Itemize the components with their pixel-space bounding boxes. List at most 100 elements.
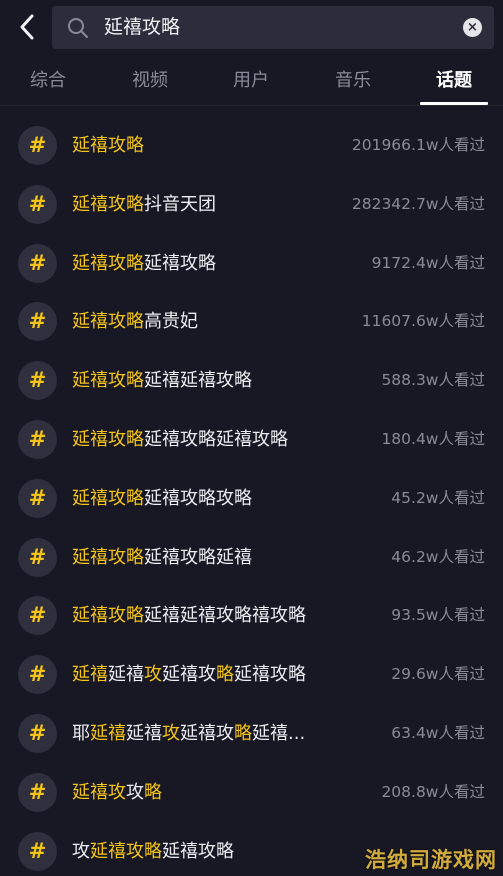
hashtag-icon: # <box>18 126 57 165</box>
topic-row[interactable]: # 延禧攻攻略 208.8w人看过 <box>0 763 503 822</box>
hashtag-icon: # <box>18 831 57 871</box>
topic-title-text: 延禧攻略 <box>162 840 234 862</box>
view-count: 282342.7w人看过 <box>351 194 485 213</box>
topic-row[interactable]: # 延禧攻略 201966.1w人看过 <box>0 116 503 175</box>
topic-title-text: 耶 <box>72 722 90 744</box>
topic-row[interactable]: # 延禧攻略抖音天团 282342.7w人看过 <box>0 175 503 234</box>
view-count: 46.2w人看过 <box>391 547 485 566</box>
highlighted-keyword: 延禧攻 <box>72 781 126 803</box>
topic-row[interactable]: # 延禧攻略延禧攻略延禧 46.2w人看过 <box>0 528 503 587</box>
highlighted-keyword: 略 <box>234 722 252 744</box>
topic-title: 延禧攻略延禧攻略 <box>72 234 216 293</box>
highlighted-keyword: 延禧 <box>72 664 108 686</box>
view-count: 63.4w人看过 <box>391 723 485 742</box>
watermark: 浩纳司游戏网 <box>365 848 497 872</box>
tab-bar: 综合 视频 用户 音乐 话题 <box>0 56 503 106</box>
hashtag-icon: # <box>18 419 57 459</box>
view-count: 9172.4w人看过 <box>371 253 485 272</box>
topic-title-text: 延禧 <box>108 664 144 686</box>
view-count: 93.5w人看过 <box>391 606 485 625</box>
topic-list: # 延禧攻略 201966.1w人看过 # 延禧攻略抖音天团 282342.7w人看过 # 延… <box>0 116 503 876</box>
view-count: 201966.1w人看过 <box>351 136 485 154</box>
topic-title-text: 延禧攻略 <box>144 252 216 274</box>
highlighted-keyword: 延禧攻略 <box>72 605 144 627</box>
topic-title-text: 延禧延禧攻略禧攻略 <box>144 605 306 627</box>
hashtag-icon: # <box>18 478 57 518</box>
topic-title-text: 高贵妃 <box>144 311 198 333</box>
topic-row[interactable]: # 延禧攻略延禧攻略攻略 45.2w人看过 <box>0 469 503 528</box>
topic-title: 延禧攻略延禧攻略延禧 <box>72 528 252 587</box>
topic-title: 延禧攻略高贵妃 <box>72 292 198 351</box>
topic-title: 延禧攻略延禧延禧攻略 <box>72 351 252 410</box>
topic-title-text: 延禧延禧攻略 <box>144 370 252 392</box>
search-bar[interactable]: 延禧攻略 × <box>52 6 494 49</box>
highlighted-keyword: 延禧攻略 <box>72 487 144 509</box>
view-count: 11607.6w人看过 <box>361 312 485 331</box>
topic-title-text: 延禧 <box>126 722 162 744</box>
highlighted-keyword: 攻 <box>144 664 162 686</box>
hashtag-icon: # <box>18 302 57 342</box>
topic-title-text: 延禧攻 <box>180 722 234 744</box>
view-count: 45.2w人看过 <box>391 488 485 507</box>
topic-row[interactable]: # 延禧攻略延禧延禧攻略禧攻略 93.5w人看过 <box>0 586 503 645</box>
topic-title: 延禧攻略延禧延禧攻略禧攻略 <box>72 586 306 645</box>
topic-row[interactable]: # 延禧攻略高贵妃 11607.6w人看过 <box>0 292 503 351</box>
highlighted-keyword: 延禧攻略 <box>72 252 144 274</box>
hashtag-icon: # <box>18 655 57 695</box>
highlighted-keyword: 延禧攻略 <box>72 546 144 568</box>
view-count: 29.6w人看过 <box>391 665 485 684</box>
topic-title-text: 延禧攻略延禧攻略 <box>144 428 288 450</box>
topic-title-text: 攻 <box>126 781 144 803</box>
highlighted-keyword: 延禧攻略 <box>72 193 144 215</box>
topic-title: 延禧攻略抖音天团 <box>72 175 216 234</box>
hashtag-icon: # <box>18 243 57 283</box>
topic-row[interactable]: # 延禧攻略延禧延禧攻略 588.3w人看过 <box>0 351 503 410</box>
topic-title-text: 延禧攻略攻略 <box>144 487 252 509</box>
highlighted-keyword: 延禧攻略 <box>90 840 162 862</box>
tab-music[interactable]: 音乐 <box>313 56 393 106</box>
topic-title-text: 延禧攻 <box>162 664 216 686</box>
highlighted-keyword: 延禧攻略 <box>72 428 144 450</box>
topic-title: 延禧攻略延禧攻略延禧攻略 <box>72 410 288 469</box>
topic-title: 延禧攻略延禧攻略攻略 <box>72 469 252 528</box>
hashtag-icon: # <box>18 361 57 401</box>
active-tab-indicator <box>420 102 488 105</box>
chevron-left-icon <box>20 14 34 40</box>
view-count: 588.3w人看过 <box>381 371 485 390</box>
topic-title-text: 延禧攻略 <box>234 664 306 686</box>
topic-title-text: 延禧... <box>252 722 306 744</box>
top-bar: 延禧攻略 × <box>0 0 503 56</box>
highlighted-keyword: 攻 <box>162 722 180 744</box>
search-input[interactable]: 延禧攻略 <box>104 6 180 49</box>
topic-row[interactable]: # 延禧攻略延禧攻略 9172.4w人看过 <box>0 234 503 293</box>
tab-users[interactable]: 用户 <box>211 56 291 106</box>
highlighted-keyword: 延禧攻略 <box>72 135 144 156</box>
topic-title: 延禧攻略 <box>72 116 144 175</box>
hashtag-icon: # <box>18 772 57 812</box>
view-count: 180.4w人看过 <box>381 429 485 448</box>
topic-title: 攻延禧攻略延禧攻略 <box>72 822 234 876</box>
highlighted-keyword: 略 <box>144 781 162 803</box>
topic-row[interactable]: # 耶延禧延禧攻延禧攻略延禧... 63.4w人看过 <box>0 704 503 763</box>
hashtag-icon: # <box>18 596 57 636</box>
search-icon <box>68 18 88 38</box>
tab-topics[interactable]: 话题 <box>414 56 494 106</box>
clear-icon[interactable]: × <box>463 18 482 37</box>
highlighted-keyword: 延禧 <box>90 722 126 744</box>
topic-title: 延禧延禧攻延禧攻略延禧攻略 <box>72 645 306 704</box>
highlighted-keyword: 延禧攻略 <box>72 370 144 392</box>
topic-title-text: 攻 <box>72 840 90 862</box>
topic-row[interactable]: # 延禧攻略延禧攻略延禧攻略 180.4w人看过 <box>0 410 503 469</box>
topic-title: 延禧攻攻略 <box>72 763 162 822</box>
highlighted-keyword: 延禧攻略 <box>72 311 144 333</box>
topic-title: 耶延禧延禧攻延禧攻略延禧... <box>72 704 305 763</box>
topic-row[interactable]: # 延禧延禧攻延禧攻略延禧攻略 29.6w人看过 <box>0 645 503 704</box>
topic-title-text: 延禧攻略延禧 <box>144 546 252 568</box>
tab-videos[interactable]: 视频 <box>110 56 190 106</box>
hashtag-icon: # <box>18 184 57 224</box>
hashtag-icon: # <box>18 537 57 577</box>
tab-comprehensive[interactable]: 综合 <box>8 56 88 106</box>
highlighted-keyword: 略 <box>216 664 234 686</box>
topic-title-text: 抖音天团 <box>144 193 216 215</box>
back-button[interactable] <box>14 13 40 41</box>
